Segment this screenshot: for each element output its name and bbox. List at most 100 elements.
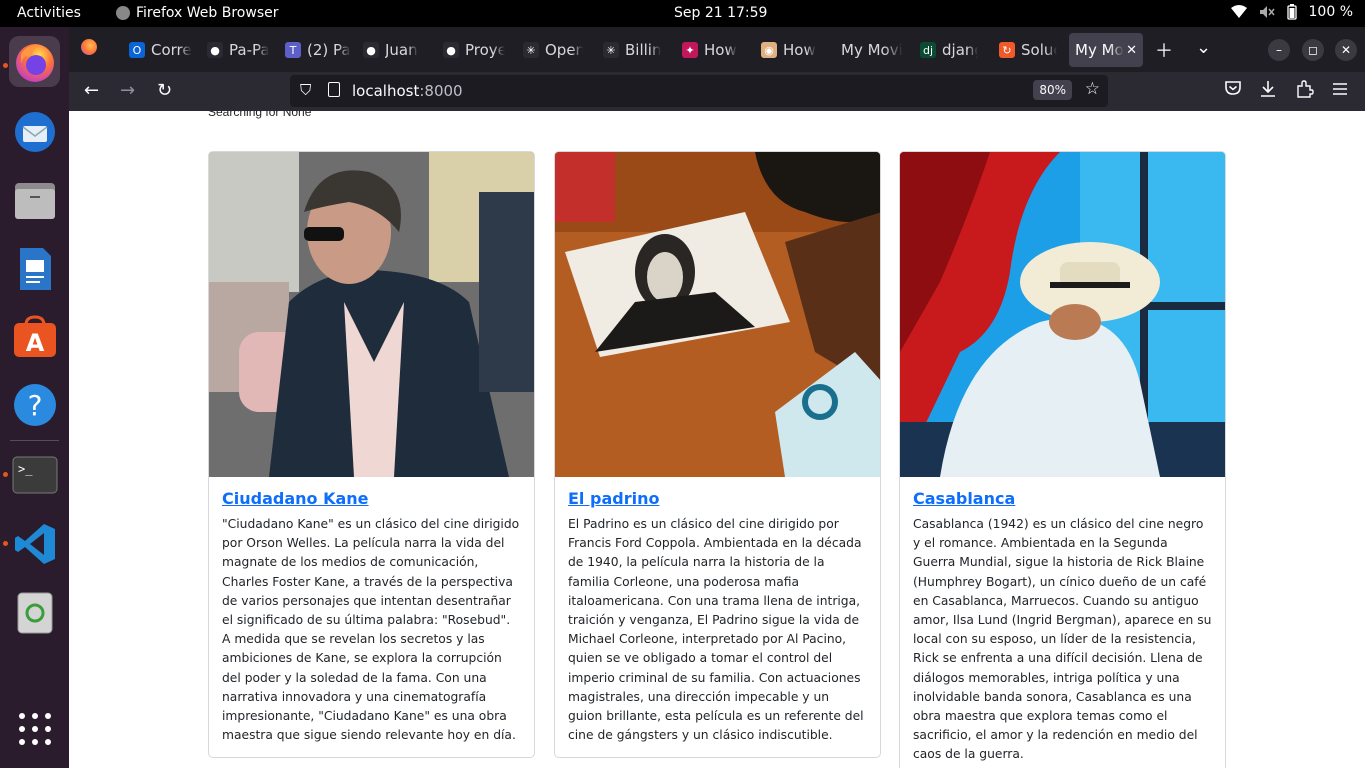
github-icon: ● (363, 42, 379, 58)
browser-tab[interactable]: ● Proye (439, 33, 505, 67)
clock[interactable]: Sep 21 17:59 (674, 5, 767, 21)
dock-app-grid[interactable] (9, 703, 60, 754)
download-icon (1261, 81, 1275, 97)
browser-tab[interactable]: ↻ Soluc (995, 33, 1057, 67)
app-menu-button[interactable] (1332, 80, 1348, 101)
app-menu[interactable]: Firefox Web Browser (116, 5, 279, 21)
tab-label: My Mo (1075, 41, 1124, 59)
vscode-icon (14, 523, 55, 564)
browser-tab[interactable]: ◉ How (757, 33, 825, 67)
terminal-icon: >_ (12, 456, 57, 493)
help-icon: ? (13, 383, 56, 426)
writer-icon (19, 247, 51, 290)
list-all-tabs-button[interactable]: ⌄ (1196, 37, 1211, 58)
firefox-icon (116, 6, 130, 20)
dock-firefox[interactable] (9, 36, 60, 87)
dock-vscode[interactable] (9, 518, 60, 569)
movie-card: El padrino El Padrino es un clásico del … (554, 151, 881, 759)
wifi-icon (1230, 5, 1247, 18)
files-icon (14, 182, 55, 219)
browser-tab[interactable]: T (2) Pa (281, 33, 351, 67)
github-icon: ● (207, 42, 223, 58)
battery-percentage: 100 % (1308, 4, 1353, 20)
svg-text:A: A (25, 329, 44, 357)
search-status: Searching for None (208, 111, 312, 119)
navigation-toolbar: ← → ↻ ⛉ localhost:8000 80% ☆ (69, 72, 1365, 111)
downloads-button[interactable] (1260, 80, 1276, 103)
battery-icon (1286, 4, 1297, 20)
browser-tab[interactable]: ✳ Billin (599, 33, 663, 67)
movie-image (900, 152, 1225, 477)
puzzle-icon (1297, 80, 1314, 98)
activities-button[interactable]: Activities (17, 5, 81, 21)
close-window-button[interactable]: ✕ (1335, 39, 1357, 61)
svg-text:>_: >_ (18, 462, 33, 476)
browser-tab[interactable]: O Corre (125, 33, 197, 67)
url-text[interactable]: localhost:8000 (352, 82, 463, 100)
tab-label: djang (942, 41, 978, 59)
avatar-icon: ◉ (761, 42, 777, 58)
browser-tab[interactable]: My Movi (837, 33, 903, 67)
new-tab-button[interactable]: ＋ (1155, 37, 1173, 63)
pocket-button[interactable] (1224, 80, 1242, 101)
tracking-protection-icon[interactable]: ⛉ (300, 81, 311, 99)
dock-app-center[interactable]: A (9, 311, 60, 362)
tab-label: How (704, 41, 737, 59)
dock-thunderbird[interactable] (9, 106, 60, 157)
system-top-bar: Activities Firefox Web Browser Sep 21 17… (0, 0, 1365, 27)
browser-tab[interactable]: djdjang (916, 33, 978, 67)
close-tab-icon[interactable]: ✕ (1126, 43, 1137, 58)
pinwheel-icon: ✦ (682, 42, 698, 58)
tab-label: Soluc (1021, 41, 1057, 59)
browser-tab[interactable]: ● Pa-Pa (203, 33, 269, 67)
browser-tab[interactable]: My Mo ✕ (1069, 33, 1143, 67)
dock-separator (10, 440, 59, 441)
dock-writer[interactable] (9, 243, 60, 294)
pocket-icon (1225, 81, 1241, 95)
app-center-icon: A (13, 314, 56, 357)
browser-tab[interactable]: ✳ Open (519, 33, 583, 67)
tab-label: Pa-Pa (229, 41, 269, 59)
url-bar[interactable]: ⛉ localhost:8000 80% ☆ (290, 75, 1108, 107)
trash-icon (17, 592, 52, 633)
tab-label: Proye (465, 41, 505, 59)
movie-description: Casablanca (1942) es un clásico del cine… (913, 517, 1212, 762)
outlook-icon: O (129, 42, 145, 58)
dock-files[interactable] (9, 175, 60, 226)
movie-image (555, 152, 880, 477)
zoom-indicator[interactable]: 80% (1033, 80, 1072, 100)
browser-tab[interactable]: ● Juan (359, 33, 423, 67)
dock-help[interactable]: ? (9, 379, 60, 430)
app-name-label: Firefox Web Browser (136, 5, 279, 21)
tab-label: Juan (385, 41, 418, 59)
tab-label: My Movi (841, 41, 903, 59)
page-info-icon[interactable] (328, 82, 340, 97)
movie-card: Ciudadano Kane "Ciudadano Kane" es un cl… (208, 151, 535, 759)
dock-trash[interactable] (9, 586, 60, 637)
github-icon: ● (443, 42, 459, 58)
browser-tab[interactable]: ✦ How (678, 33, 744, 67)
movie-description: "Ciudadano Kane" es un clásico del cine … (222, 517, 520, 743)
tab-label: How (783, 41, 816, 59)
movie-description: El Padrino es un clásico del cine dirigi… (568, 517, 864, 743)
tab-label: Open (545, 41, 583, 59)
movie-title-link[interactable]: El padrino (568, 489, 867, 508)
running-indicator (3, 541, 8, 546)
dock-terminal[interactable]: >_ (9, 449, 60, 500)
movie-title-link[interactable]: Casablanca (913, 489, 1212, 508)
movie-card: Casablanca Casablanca (1942) es un clási… (899, 151, 1226, 768)
page-content: Searching for None Ciudadano Kane "Ciuda… (69, 111, 1365, 768)
bookmark-star-icon[interactable]: ☆ (1085, 79, 1100, 99)
refresh-orange-icon: ↻ (999, 42, 1015, 58)
back-button[interactable]: ← (84, 80, 99, 101)
forward-button[interactable]: → (120, 80, 135, 101)
extensions-button[interactable] (1296, 80, 1314, 103)
minimize-button[interactable]: – (1268, 39, 1290, 61)
app-grid-icon (18, 712, 51, 745)
system-tray[interactable]: 100 % (1230, 4, 1353, 20)
tab-bar: O Corre ● Pa-Pa T (2) Pa ● Juan ● Proye ✳ Open ✳ Bill… (69, 27, 1365, 72)
firefox-view-button[interactable] (81, 39, 97, 60)
movie-title-link[interactable]: Ciudadano Kane (222, 489, 521, 508)
maximize-button[interactable]: ◻ (1302, 39, 1324, 61)
reload-button[interactable]: ↻ (157, 80, 172, 101)
